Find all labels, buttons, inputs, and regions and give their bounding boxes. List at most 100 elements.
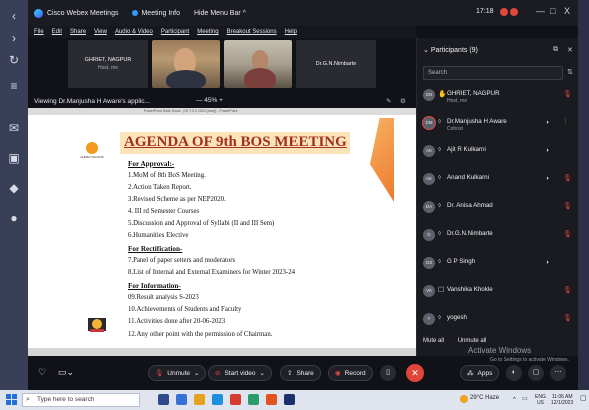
agenda-item: 1.MoM of 8th BoS Meeting. — [128, 172, 206, 179]
participant-row[interactable]: DA ⬨ Dr. Anisa Ahmad 🎙 — [417, 198, 578, 218]
tray-arrow-icon[interactable]: ^ — [513, 397, 516, 403]
menu-meeting[interactable]: Meeting — [197, 29, 218, 35]
maximize-button[interactable]: □ — [550, 6, 555, 16]
menu-breakout[interactable]: Breakout Sessions — [227, 29, 277, 35]
hide-menu-bar-button[interactable]: Hide Menu Bar ^ — [194, 10, 246, 17]
clock[interactable]: 11:06 AM 12/1/2023 — [551, 394, 573, 406]
edge-icon[interactable] — [212, 394, 223, 405]
menu-audio-video[interactable]: Audio & Video — [115, 29, 153, 35]
panel-header[interactable]: ⌄ Participants (9) — [423, 46, 478, 54]
menu-participant[interactable]: Participant — [161, 29, 189, 35]
zoom-control[interactable]: — 45% + — [196, 97, 223, 104]
participant-row[interactable]: GS ⬨ G P Singh ◑ — [417, 254, 578, 274]
search-icon: ⌕ — [26, 396, 30, 403]
app-icon[interactable]: ◆ — [6, 180, 22, 196]
participant-row[interactable]: GN ✋ GHRIET, NAGPUR Host, me 🎙 — [417, 86, 578, 106]
section-heading: For Information- — [128, 282, 181, 290]
menu-edit[interactable]: Edit — [52, 29, 62, 35]
forward-icon[interactable]: › — [6, 30, 22, 46]
popout-icon[interactable]: ⧉ — [553, 46, 558, 54]
taskbar-search-input[interactable]: ⌕ Type here to search — [22, 393, 140, 407]
annotate-icon[interactable]: ✎ — [386, 97, 391, 105]
weather-text: 29°C Haze — [470, 395, 500, 401]
webex-logo-icon — [34, 8, 43, 18]
meeting-info-button[interactable]: Meeting Info — [132, 10, 180, 17]
windows-start-icon[interactable] — [6, 394, 17, 405]
video-icon[interactable]: ◑ — [545, 119, 549, 126]
activate-windows-watermark: Activate Windows — [468, 346, 532, 355]
more-options-icon[interactable]: ▯ — [380, 365, 396, 381]
agenda-item: 12.Any other point with the permission o… — [128, 331, 273, 338]
video-tile-participant[interactable] — [224, 40, 292, 88]
reload-icon[interactable]: ↻ — [6, 52, 22, 68]
language-indicator[interactable]: ENG US — [535, 394, 546, 406]
participant-row[interactable]: AK ⬨ Ajit R Kulkarni ◑ — [417, 142, 578, 162]
app-icon[interactable]: ▣ — [6, 150, 22, 166]
sort-icon[interactable]: ⇅ — [567, 68, 573, 76]
file-explorer-icon[interactable] — [194, 394, 205, 405]
mute-all-button[interactable]: Mute all — [423, 338, 444, 344]
powerpoint-titlebar: PowerPoint Slide Show - [Of 7.0.0 2023 (… — [28, 108, 416, 115]
mic-muted-icon[interactable]: 🎙 — [563, 174, 572, 182]
app-icon[interactable] — [176, 394, 187, 405]
mic-muted-icon[interactable]: 🎙 — [563, 90, 572, 98]
participant-body — [166, 70, 206, 88]
powerpoint-statusbar — [28, 348, 416, 356]
participants-icon[interactable]: ◐ — [506, 365, 522, 381]
chrome-icon[interactable] — [248, 394, 259, 405]
mic-muted-icon[interactable]: 🎙 — [563, 314, 572, 322]
more-icon[interactable]: ⋯ — [550, 365, 566, 381]
info-icon — [132, 10, 139, 16]
section-heading: For Rectification- — [128, 245, 183, 253]
mic-muted-icon[interactable]: 🎙 — [563, 230, 572, 238]
record-button[interactable]: ◉ Record — [328, 365, 373, 381]
participant-face — [252, 50, 268, 70]
start-video-button[interactable]: ⊘ Start video ⌄ — [208, 365, 272, 381]
video-icon[interactable]: ◑ — [545, 259, 549, 266]
unmute-all-button[interactable]: Unmute all — [458, 338, 487, 344]
menu-file[interactable]: File — [34, 29, 44, 35]
participant-row[interactable]: AK ⬨ Anand Kulkarni ◑ 🎙 — [417, 170, 578, 190]
agenda-item: 09.Result analysis S-2023 — [128, 294, 199, 301]
menu-help[interactable]: Help — [285, 29, 297, 35]
pointer-icon: ⬨ — [438, 258, 442, 265]
mail-icon[interactable]: ✉ — [6, 120, 22, 136]
avatar: DM — [423, 117, 435, 129]
search-input[interactable]: Search — [423, 66, 563, 80]
close-panel-icon[interactable]: ✕ — [567, 46, 573, 54]
notification-icon[interactable]: ▢ — [580, 395, 587, 402]
unmute-button[interactable]: 🎙 Unmute ⌄ — [148, 365, 207, 381]
menu-share[interactable]: Share — [70, 29, 86, 35]
menu-view[interactable]: View — [94, 29, 107, 35]
minimize-button[interactable]: — — [536, 6, 545, 16]
reactions-icon[interactable]: ♡ — [38, 367, 46, 378]
webex-taskbar-icon[interactable] — [284, 394, 295, 405]
participant-row[interactable]: Y ⬨ yogesh 🎙 — [417, 310, 578, 330]
video-tile-participant[interactable] — [152, 40, 220, 88]
menu-icon[interactable]: ≡ — [6, 78, 22, 94]
avatar: VK — [423, 285, 435, 297]
chat-icon[interactable]: ▭⌄ — [58, 367, 74, 378]
participant-row[interactable]: D ⬨ Dr.G.N.Nimbarte 🎙 — [417, 226, 578, 246]
mic-muted-icon[interactable]: 🎙 — [563, 202, 572, 210]
video-icon[interactable]: ◑ — [545, 175, 549, 182]
share-button[interactable]: ⇪ Share — [280, 365, 321, 381]
chat-panel-icon[interactable]: ▢ — [528, 365, 544, 381]
mic-on-icon[interactable]: ᛁ — [563, 118, 567, 125]
participant-row[interactable]: VK ☐ Vanshika Khokle 🎙 — [417, 282, 578, 302]
video-tile-nimbarte[interactable]: Dr.G.N.Nimbarte — [296, 40, 376, 88]
app-icon[interactable] — [230, 394, 241, 405]
mic-muted-icon[interactable]: 🎙 — [563, 286, 572, 294]
firefox-icon[interactable] — [266, 394, 277, 405]
app-icon[interactable]: ● — [6, 210, 22, 226]
settings-icon[interactable]: ⚙ — [400, 97, 406, 105]
participant-row[interactable]: DM ⬨ Dr.Manjusha H Aware Cohost ◑ ᛁ — [417, 114, 578, 134]
back-icon[interactable]: ‹ — [6, 8, 22, 24]
network-icon[interactable]: ▭ — [522, 396, 528, 402]
video-icon[interactable]: ◑ — [545, 147, 549, 154]
apps-button[interactable]: ⁂ Apps — [460, 365, 500, 381]
leave-meeting-button[interactable]: ✕ — [406, 364, 424, 382]
close-button[interactable]: X — [564, 6, 570, 16]
task-view-icon[interactable] — [158, 394, 169, 405]
video-tile-host[interactable]: GHRIET, NAGPUR Host, me — [68, 40, 148, 88]
